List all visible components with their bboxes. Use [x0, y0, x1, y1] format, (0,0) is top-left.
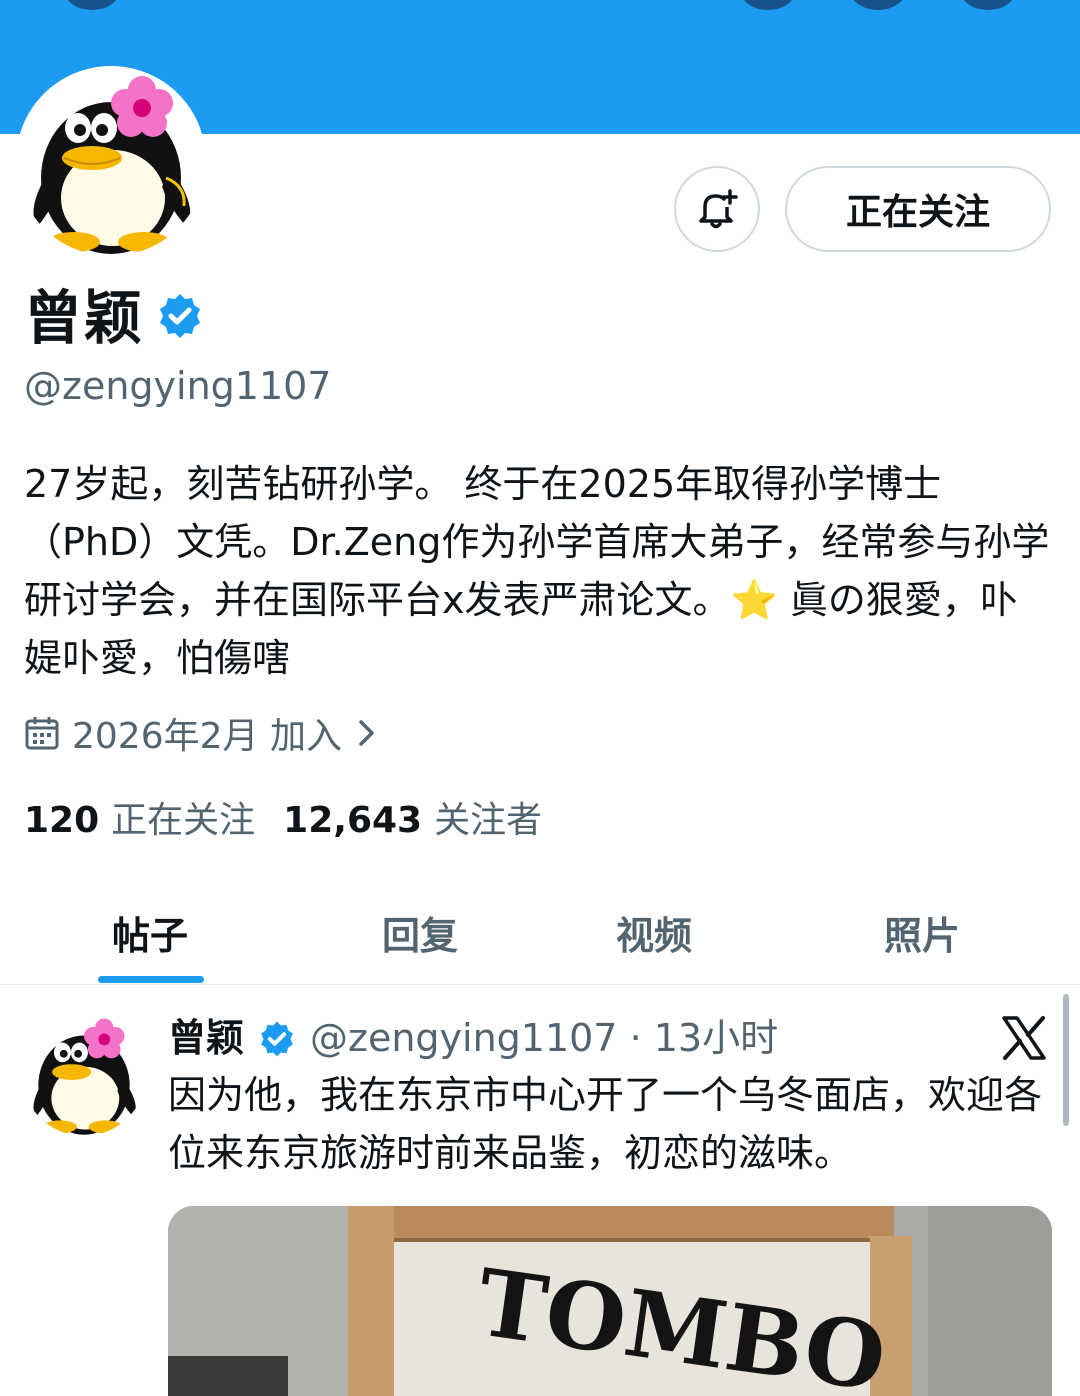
tab-videos[interactable]: 视频 [564, 880, 744, 984]
profile-stats: 120 正在关注 12,643 关注者 [24, 792, 570, 842]
following-button-label: 正在关注 [845, 192, 990, 233]
joined-date[interactable]: 2026年2月 加入 [24, 706, 394, 760]
tab-posts[interactable]: 帖子 [60, 880, 240, 984]
back-button[interactable] [64, 0, 120, 10]
verified-badge-icon[interactable] [156, 292, 204, 340]
post-handle-time: @zengying1107 · 13小时 [310, 1016, 779, 1060]
following-button[interactable]: 正在关注 [785, 166, 1051, 252]
x-logo-icon [1002, 1016, 1046, 1060]
bell-plus-icon [699, 189, 738, 229]
tab-photos[interactable]: 照片 [832, 880, 1012, 984]
more-button[interactable] [960, 0, 1016, 10]
following-stat[interactable]: 120 正在关注 [24, 791, 255, 843]
post-author-name[interactable]: 曾颖 [168, 1012, 244, 1064]
penguin-avatar-icon [16, 66, 206, 256]
calendar-icon [25, 717, 59, 750]
post-image[interactable]: TOMBO [168, 1206, 1052, 1396]
followers-stat[interactable]: 12,643 关注者 [283, 791, 542, 843]
followers-label: 关注者 [434, 800, 543, 841]
chevron-right-icon [359, 720, 374, 746]
scrollbar[interactable] [1063, 994, 1069, 1126]
followers-count: 12,643 [283, 800, 423, 841]
following-label: 正在关注 [111, 800, 256, 841]
penguin-avatar-icon [22, 1012, 146, 1136]
profile-bio: 27岁起，刻苦钻研孙学。 终于在2025年取得孙学博士（PhD）文凭。Dr.Ze… [24, 462, 1050, 680]
following-count: 120 [24, 800, 100, 841]
avatar[interactable] [16, 66, 206, 256]
joined-date-text: 2026年2月 加入 [72, 716, 342, 757]
notification-bell-button[interactable] [674, 166, 760, 252]
profile-display-name: 曾颖 [24, 284, 145, 352]
verified-badge-icon [261, 1021, 293, 1057]
profile-tabs: 帖子 回复 视频 照片 [0, 880, 1080, 985]
search-button[interactable] [740, 0, 796, 10]
post-text: 因为他，我在东京市中心开了一个乌冬面店，欢迎各位来东京旅游时前来品鉴，初恋的滋味… [168, 1073, 1043, 1175]
profile-handle: @zengying1107 [24, 364, 332, 408]
active-tab-indicator [98, 976, 204, 983]
shop-sign-photo: TOMBO [168, 1206, 1052, 1396]
post-avatar[interactable] [22, 1012, 146, 1136]
share-button[interactable] [850, 0, 906, 10]
tab-replies[interactable]: 回复 [330, 880, 510, 984]
